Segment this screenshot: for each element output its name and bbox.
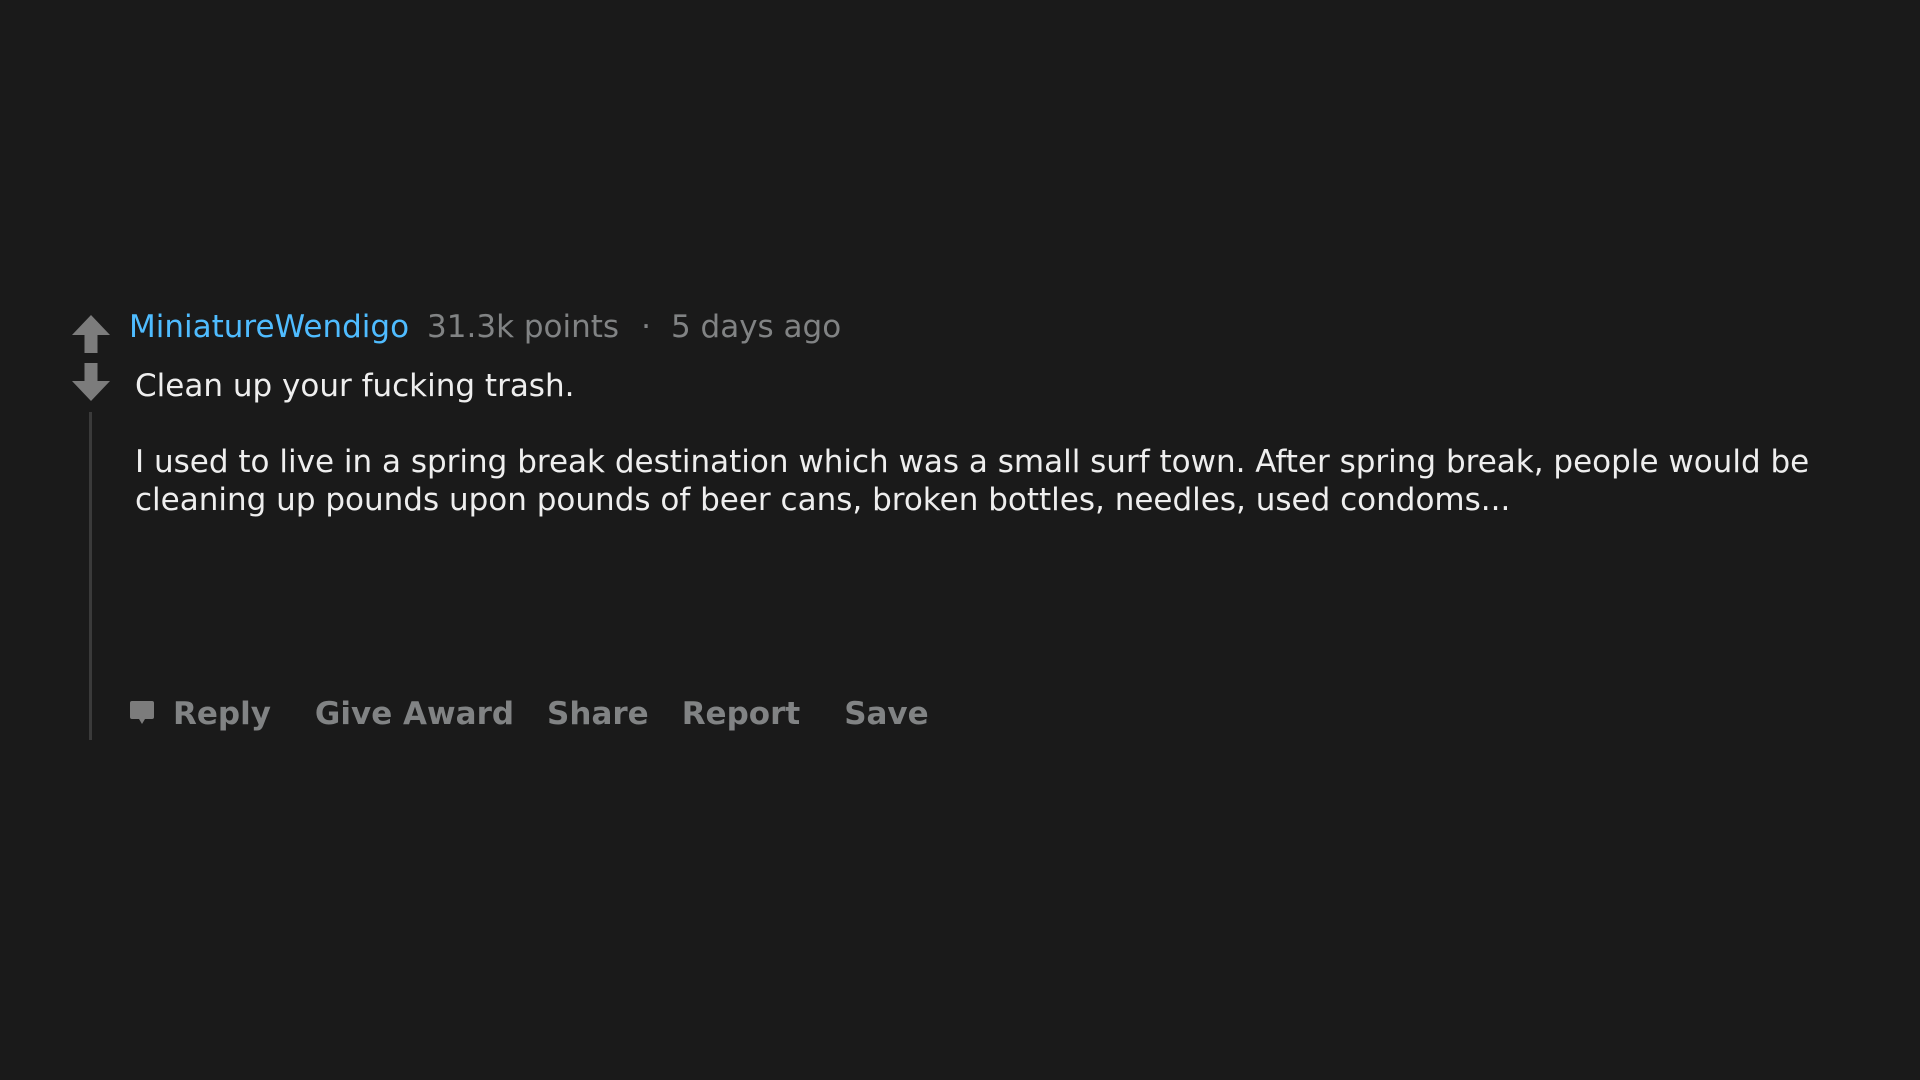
downvote-arrow-icon bbox=[72, 363, 110, 401]
upvote-arrow-icon bbox=[72, 315, 110, 353]
give-award-button[interactable]: Give Award bbox=[315, 696, 514, 732]
timestamp[interactable]: 5 days ago bbox=[671, 309, 841, 345]
points-count: 31.3k points bbox=[427, 309, 620, 345]
comment-paragraph: I used to live in a spring break destina… bbox=[135, 444, 1810, 518]
downvote-button[interactable] bbox=[70, 361, 112, 403]
comment-bubble-icon bbox=[129, 699, 155, 735]
comment-meta: MiniatureWendigo 31.3k points · 5 days ago bbox=[129, 306, 841, 348]
comment-body: Clean up your fucking trash. I used to l… bbox=[135, 367, 1835, 519]
comment: MiniatureWendigo 31.3k points · 5 days ago … bbox=[0, 0, 1920, 1080]
meta-separator: · bbox=[641, 309, 651, 345]
reply-button[interactable]: Reply bbox=[129, 693, 271, 735]
share-button[interactable]: Share bbox=[547, 696, 649, 732]
report-button[interactable]: Report bbox=[682, 696, 801, 732]
reply-label: Reply bbox=[173, 696, 271, 732]
upvote-button[interactable] bbox=[70, 313, 112, 355]
comment-actions: Reply Give Award Share Report Save bbox=[129, 692, 929, 736]
comment-paragraph: Clean up your fucking trash. bbox=[135, 368, 575, 404]
save-button[interactable]: Save bbox=[844, 696, 928, 732]
thread-collapse-line[interactable] bbox=[89, 412, 92, 740]
vote-column bbox=[70, 313, 112, 403]
author-link[interactable]: MiniatureWendigo bbox=[129, 309, 409, 345]
